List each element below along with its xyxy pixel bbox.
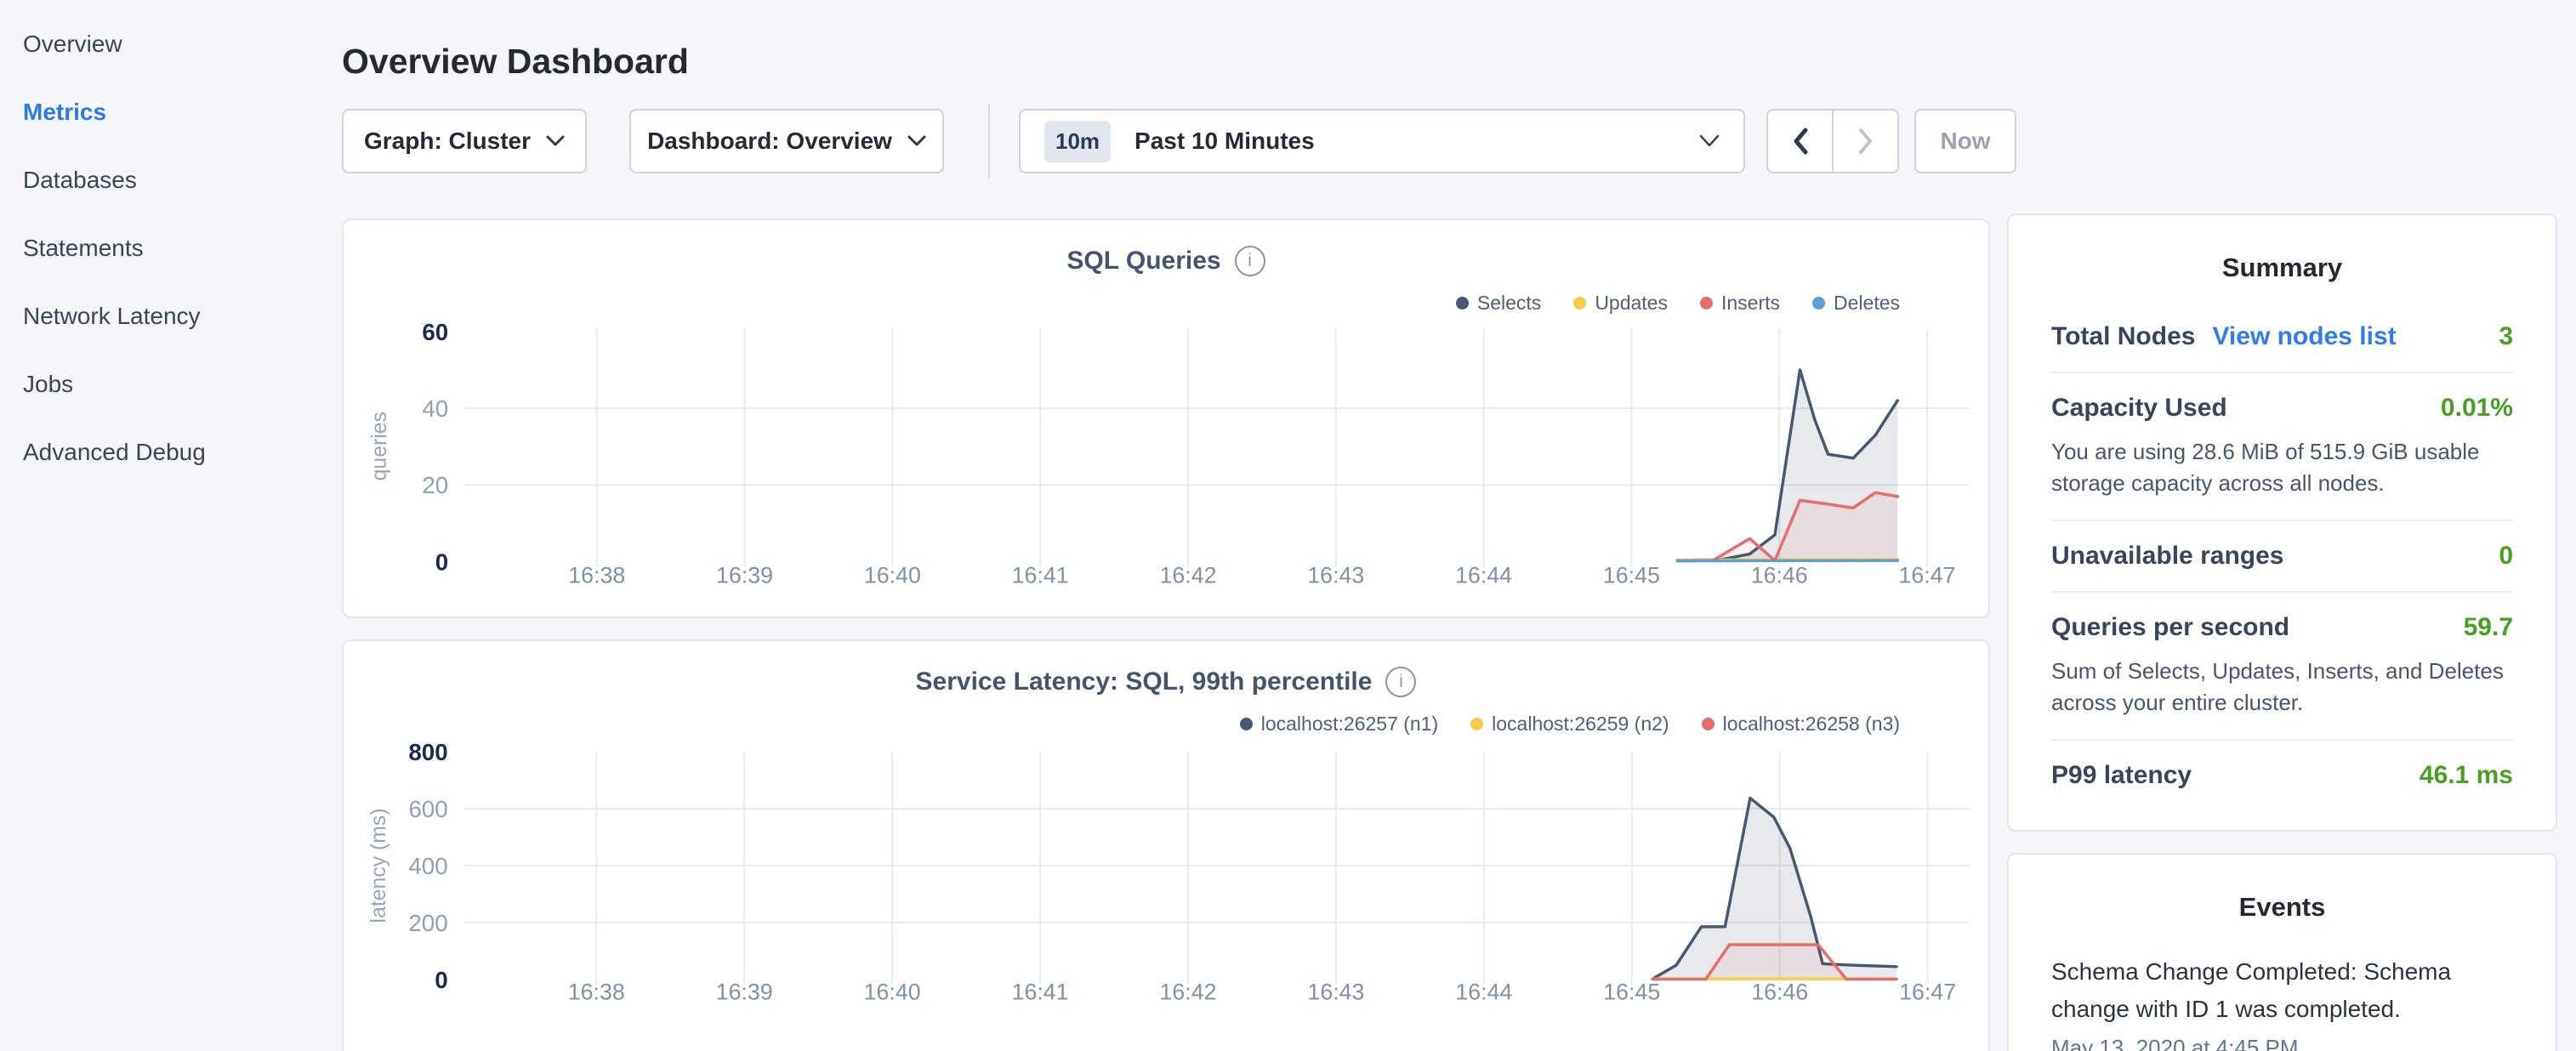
svg-text:800: 800 <box>408 739 447 765</box>
summary-row-label: Unavailable ranges <box>2051 542 2283 571</box>
svg-text:16:38: 16:38 <box>568 980 625 1005</box>
svg-text:600: 600 <box>408 796 447 822</box>
previous-time-button[interactable] <box>1768 111 1834 172</box>
next-time-button[interactable] <box>1834 111 1897 172</box>
sidebar-item-jobs[interactable]: Jobs <box>23 350 329 418</box>
svg-text:16:47: 16:47 <box>1899 980 1956 1005</box>
summary-row-value: 46.1 ms <box>2420 761 2513 790</box>
svg-text:0: 0 <box>435 548 448 575</box>
now-button[interactable]: Now <box>1914 109 2016 173</box>
graph-dropdown-label: Graph: Cluster <box>364 128 531 155</box>
chevron-down-icon <box>907 135 926 147</box>
svg-text:16:40: 16:40 <box>864 980 921 1005</box>
summary-row: P99 latency 46.1 ms <box>2051 741 2513 810</box>
sidebar-item-advanced-debug[interactable]: Advanced Debug <box>23 418 329 486</box>
sidebar-item-metrics[interactable]: Metrics <box>23 78 329 146</box>
dashboard-dropdown[interactable]: Dashboard: Overview <box>629 109 944 173</box>
summary-row: Capacity Used 0.01% You are using 28.6 MiB… <box>2051 373 2513 521</box>
service-latency-chart[interactable]: 16:38 16:39 16:40 16:41 16:42 16:43 16:44 16:45… <box>344 641 1988 1051</box>
svg-text:16:46: 16:46 <box>1751 980 1808 1005</box>
svg-text:16:38: 16:38 <box>568 562 625 588</box>
summary-row: Total Nodes View nodes list 3 <box>2051 302 2513 373</box>
svg-text:16:40: 16:40 <box>864 562 921 588</box>
sql-queries-chart[interactable]: 16:38 16:39 16:40 16:41 16:42 16:43 16:44 16:45… <box>344 220 1988 616</box>
now-button-label: Now <box>1940 128 1990 155</box>
service-latency-chart-card: Service Latency: SQL, 99th percentile i … <box>342 639 1990 1051</box>
svg-text:16:41: 16:41 <box>1012 562 1069 588</box>
summary-row-value: 3 <box>2499 322 2513 351</box>
event-list: Schema Change Completed: Schema change w… <box>2051 953 2513 1051</box>
chevron-left-icon <box>1792 128 1809 155</box>
svg-text:16:45: 16:45 <box>1603 562 1660 588</box>
event-timestamp: May 13, 2020 at 4:45 PM <box>2051 1035 2513 1051</box>
view-nodes-list-link[interactable]: View nodes list <box>2212 322 2396 351</box>
summary-panel: Summary Total Nodes View nodes list 3 Capac… <box>2007 213 2557 832</box>
sidebar-item-statements[interactable]: Statements <box>23 214 329 282</box>
svg-text:16:43: 16:43 <box>1307 562 1364 588</box>
graph-dropdown[interactable]: Graph: Cluster <box>342 109 587 173</box>
page-title: Overview Dashboard <box>342 42 689 82</box>
time-window-label: Past 10 Minutes <box>1134 128 1315 155</box>
svg-text:16:39: 16:39 <box>716 980 773 1005</box>
svg-text:16:45: 16:45 <box>1603 980 1660 1005</box>
svg-text:16:47: 16:47 <box>1899 562 1956 588</box>
sidebar-nav: OverviewMetricsDatabasesStatementsNetwor… <box>23 10 329 486</box>
summary-row-label: P99 latency <box>2051 761 2192 790</box>
summary-row-value: 59.7 <box>2464 613 2513 642</box>
summary-row: Queries per second 59.7 Sum of Selects, Up… <box>2051 593 2513 741</box>
summary-rows: Total Nodes View nodes list 3 Capacity Used… <box>2051 302 2513 810</box>
summary-row: Unavailable ranges 0 <box>2051 521 2513 593</box>
sidebar-item-databases[interactable]: Databases <box>23 146 329 214</box>
summary-row-description: You are using 28.6 MiB of 515.9 GiB usab… <box>2051 436 2513 499</box>
svg-text:16:42: 16:42 <box>1159 562 1216 588</box>
svg-text:40: 40 <box>422 395 448 422</box>
svg-text:queries: queries <box>368 412 391 480</box>
sidebar-item-overview[interactable]: Overview <box>23 10 329 78</box>
svg-text:60: 60 <box>422 319 448 345</box>
svg-text:16:46: 16:46 <box>1751 562 1808 588</box>
svg-text:16:41: 16:41 <box>1012 980 1069 1005</box>
summary-title: Summary <box>2051 253 2513 283</box>
svg-text:16:42: 16:42 <box>1160 980 1217 1005</box>
time-window-selector[interactable]: 10m Past 10 Minutes <box>1019 109 1745 173</box>
events-title: Events <box>2051 892 2513 923</box>
time-step-buttons <box>1766 109 1899 173</box>
summary-row-value: 0.01% <box>2441 394 2513 423</box>
app-root: OverviewMetricsDatabasesStatementsNetwor… <box>0 0 2576 1051</box>
chevron-down-icon <box>546 135 565 147</box>
svg-text:16:43: 16:43 <box>1307 980 1364 1005</box>
summary-row-label: Queries per second <box>2051 613 2289 642</box>
svg-text:16:44: 16:44 <box>1455 980 1512 1005</box>
svg-text:20: 20 <box>422 472 448 498</box>
event-item[interactable]: Schema Change Completed: Schema change w… <box>2051 953 2513 1028</box>
chevron-down-icon <box>1699 134 1720 148</box>
sql-queries-chart-card: SQL Queries i SelectsUpdatesInsertsDelet… <box>342 219 1990 618</box>
time-window-badge: 10m <box>1044 121 1111 162</box>
svg-text:200: 200 <box>408 910 447 936</box>
chevron-right-icon <box>1857 128 1874 155</box>
svg-text:16:44: 16:44 <box>1455 562 1512 588</box>
controls-divider <box>988 104 990 179</box>
dashboard-dropdown-label: Dashboard: Overview <box>647 128 892 155</box>
summary-row-value: 0 <box>2499 542 2513 571</box>
events-panel: Events Schema Change Completed: Schema c… <box>2007 853 2557 1051</box>
summary-row-label: Total Nodes <box>2051 322 2195 351</box>
summary-row-label: Capacity Used <box>2051 394 2227 423</box>
svg-text:latency (ms): latency (ms) <box>367 808 390 923</box>
svg-text:16:39: 16:39 <box>716 562 773 588</box>
svg-text:0: 0 <box>435 967 447 993</box>
sidebar-item-network-latency[interactable]: Network Latency <box>23 282 329 350</box>
svg-text:400: 400 <box>408 853 447 879</box>
summary-row-description: Sum of Selects, Updates, Inserts, and De… <box>2051 656 2513 719</box>
